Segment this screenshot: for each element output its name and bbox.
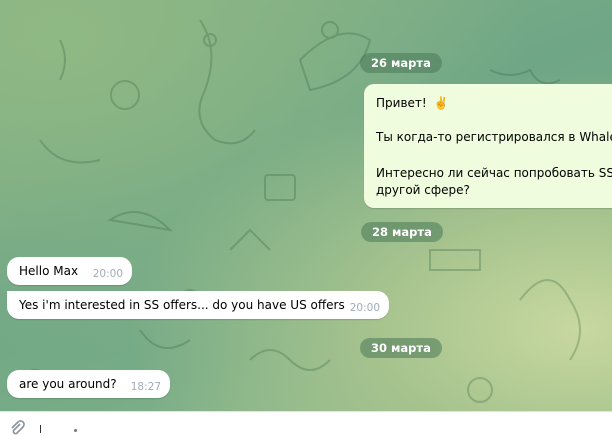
message-text: Привет! ✌️: [376, 96, 448, 110]
incoming-message-bubble[interactable]: Hello Max 20:00: [7, 257, 132, 285]
message-text: Интересно ли сейчас попробовать SS,: [376, 166, 612, 180]
incoming-message-bubble[interactable]: Yes i'm interested in SS offers... do yo…: [7, 291, 389, 319]
paperclip-icon[interactable]: [9, 420, 25, 436]
message-time: 20:00: [349, 302, 380, 314]
message-text: Hello Max: [19, 264, 79, 278]
victory-hand-emoji: ✌️: [433, 96, 449, 110]
message-text: are you around?: [19, 377, 117, 391]
message-text: Yes i'm interested in SS offers... do yo…: [19, 298, 345, 312]
incoming-message-bubble[interactable]: are you around? 18:27: [7, 370, 170, 398]
date-separator: 26 марта: [360, 53, 442, 73]
message-time: 18:27: [130, 381, 161, 393]
outgoing-message-bubble[interactable]: Привет! ✌️ Ты когда-то регистрировался в…: [364, 84, 612, 208]
message-text: Ты когда-то регистрировался в Whale: [376, 130, 612, 144]
message-composer[interactable]: [0, 411, 612, 436]
message-time: 20:00: [92, 268, 123, 280]
message-greeting: Привет!: [376, 96, 427, 110]
date-separator: 28 марта: [361, 222, 443, 242]
date-separator: 30 марта: [360, 338, 442, 358]
message-text: другой сфере?: [376, 183, 470, 197]
